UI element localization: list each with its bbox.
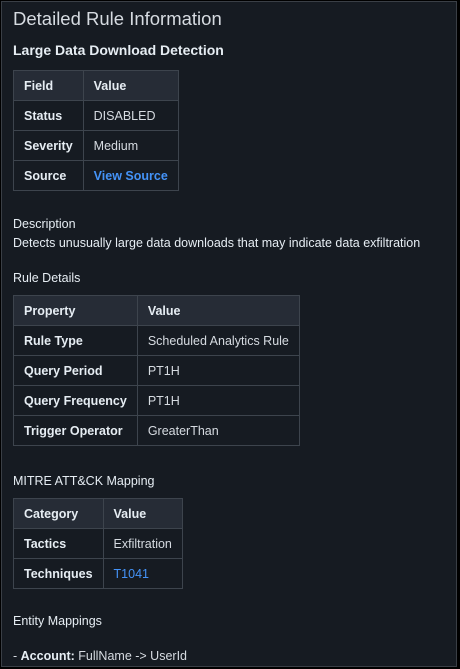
query-frequency-value: PT1H [136, 385, 300, 416]
column-header-property: Property [13, 295, 138, 326]
table-row: Techniques T1041 [13, 558, 183, 589]
overview-table: Field Value Status DISABLED Severity Med… [13, 70, 179, 191]
table-row: Severity Medium [13, 130, 179, 161]
source-cell: View Source [82, 160, 179, 191]
description-label: Description [13, 217, 76, 231]
status-value: DISABLED [82, 100, 179, 131]
rule-name-heading: Large Data Download Detection [13, 42, 224, 58]
entity-mapping: FullName -> UserId [74, 649, 187, 663]
column-header-value: Value [102, 498, 183, 529]
table-row: Query Period PT1H [13, 355, 300, 386]
column-header-value: Value [136, 295, 300, 326]
trigger-operator-value: GreaterThan [136, 415, 300, 446]
entity-mappings-label: Entity Mappings [13, 614, 102, 628]
column-header-value: Value [82, 70, 179, 101]
table-header-row: Category Value [13, 498, 183, 529]
field-status: Status [13, 100, 84, 131]
techniques-cell: T1041 [102, 558, 183, 589]
rule-details-label: Rule Details [13, 271, 81, 285]
technique-t1041-link[interactable]: T1041 [114, 567, 149, 581]
entity-mapping-item: - Account: FullName -> UserId [13, 649, 187, 663]
entity-bullet: - [13, 649, 21, 663]
table-row: Source View Source [13, 160, 179, 191]
field-severity: Severity [13, 130, 84, 161]
rule-type-value: Scheduled Analytics Rule [136, 325, 300, 356]
entity-type: Account: [20, 649, 75, 663]
view-source-link[interactable]: View Source [94, 169, 168, 183]
table-row: Tactics Exfiltration [13, 528, 183, 559]
mitre-label: MITRE ATT&CK Mapping [13, 474, 155, 488]
tactics-value: Exfiltration [102, 528, 183, 559]
property-rule-type: Rule Type [13, 325, 138, 356]
table-row: Rule Type Scheduled Analytics Rule [13, 325, 300, 356]
category-techniques: Techniques [13, 558, 104, 589]
category-tactics: Tactics [13, 528, 104, 559]
mitre-table: Category Value Tactics Exfiltration Tech… [13, 498, 183, 589]
property-trigger-operator: Trigger Operator [13, 415, 138, 446]
column-header-field: Field [13, 70, 84, 101]
table-row: Query Frequency PT1H [13, 385, 300, 416]
field-source: Source [13, 160, 84, 191]
property-query-period: Query Period [13, 355, 138, 386]
rule-details-table: Property Value Rule Type Scheduled Analy… [13, 295, 300, 446]
page-title: Detailed Rule Information [13, 8, 222, 29]
table-row: Status DISABLED [13, 100, 179, 131]
table-header-row: Field Value [13, 70, 179, 101]
column-header-category: Category [13, 498, 104, 529]
property-query-frequency: Query Frequency [13, 385, 138, 416]
table-header-row: Property Value [13, 295, 300, 326]
description-text: Detects unusually large data downloads t… [13, 236, 421, 250]
severity-value: Medium [82, 130, 179, 161]
query-period-value: PT1H [136, 355, 300, 386]
rule-detail-panel: Detailed Rule Information Large Data Dow… [1, 1, 457, 667]
table-row: Trigger Operator GreaterThan [13, 415, 300, 446]
